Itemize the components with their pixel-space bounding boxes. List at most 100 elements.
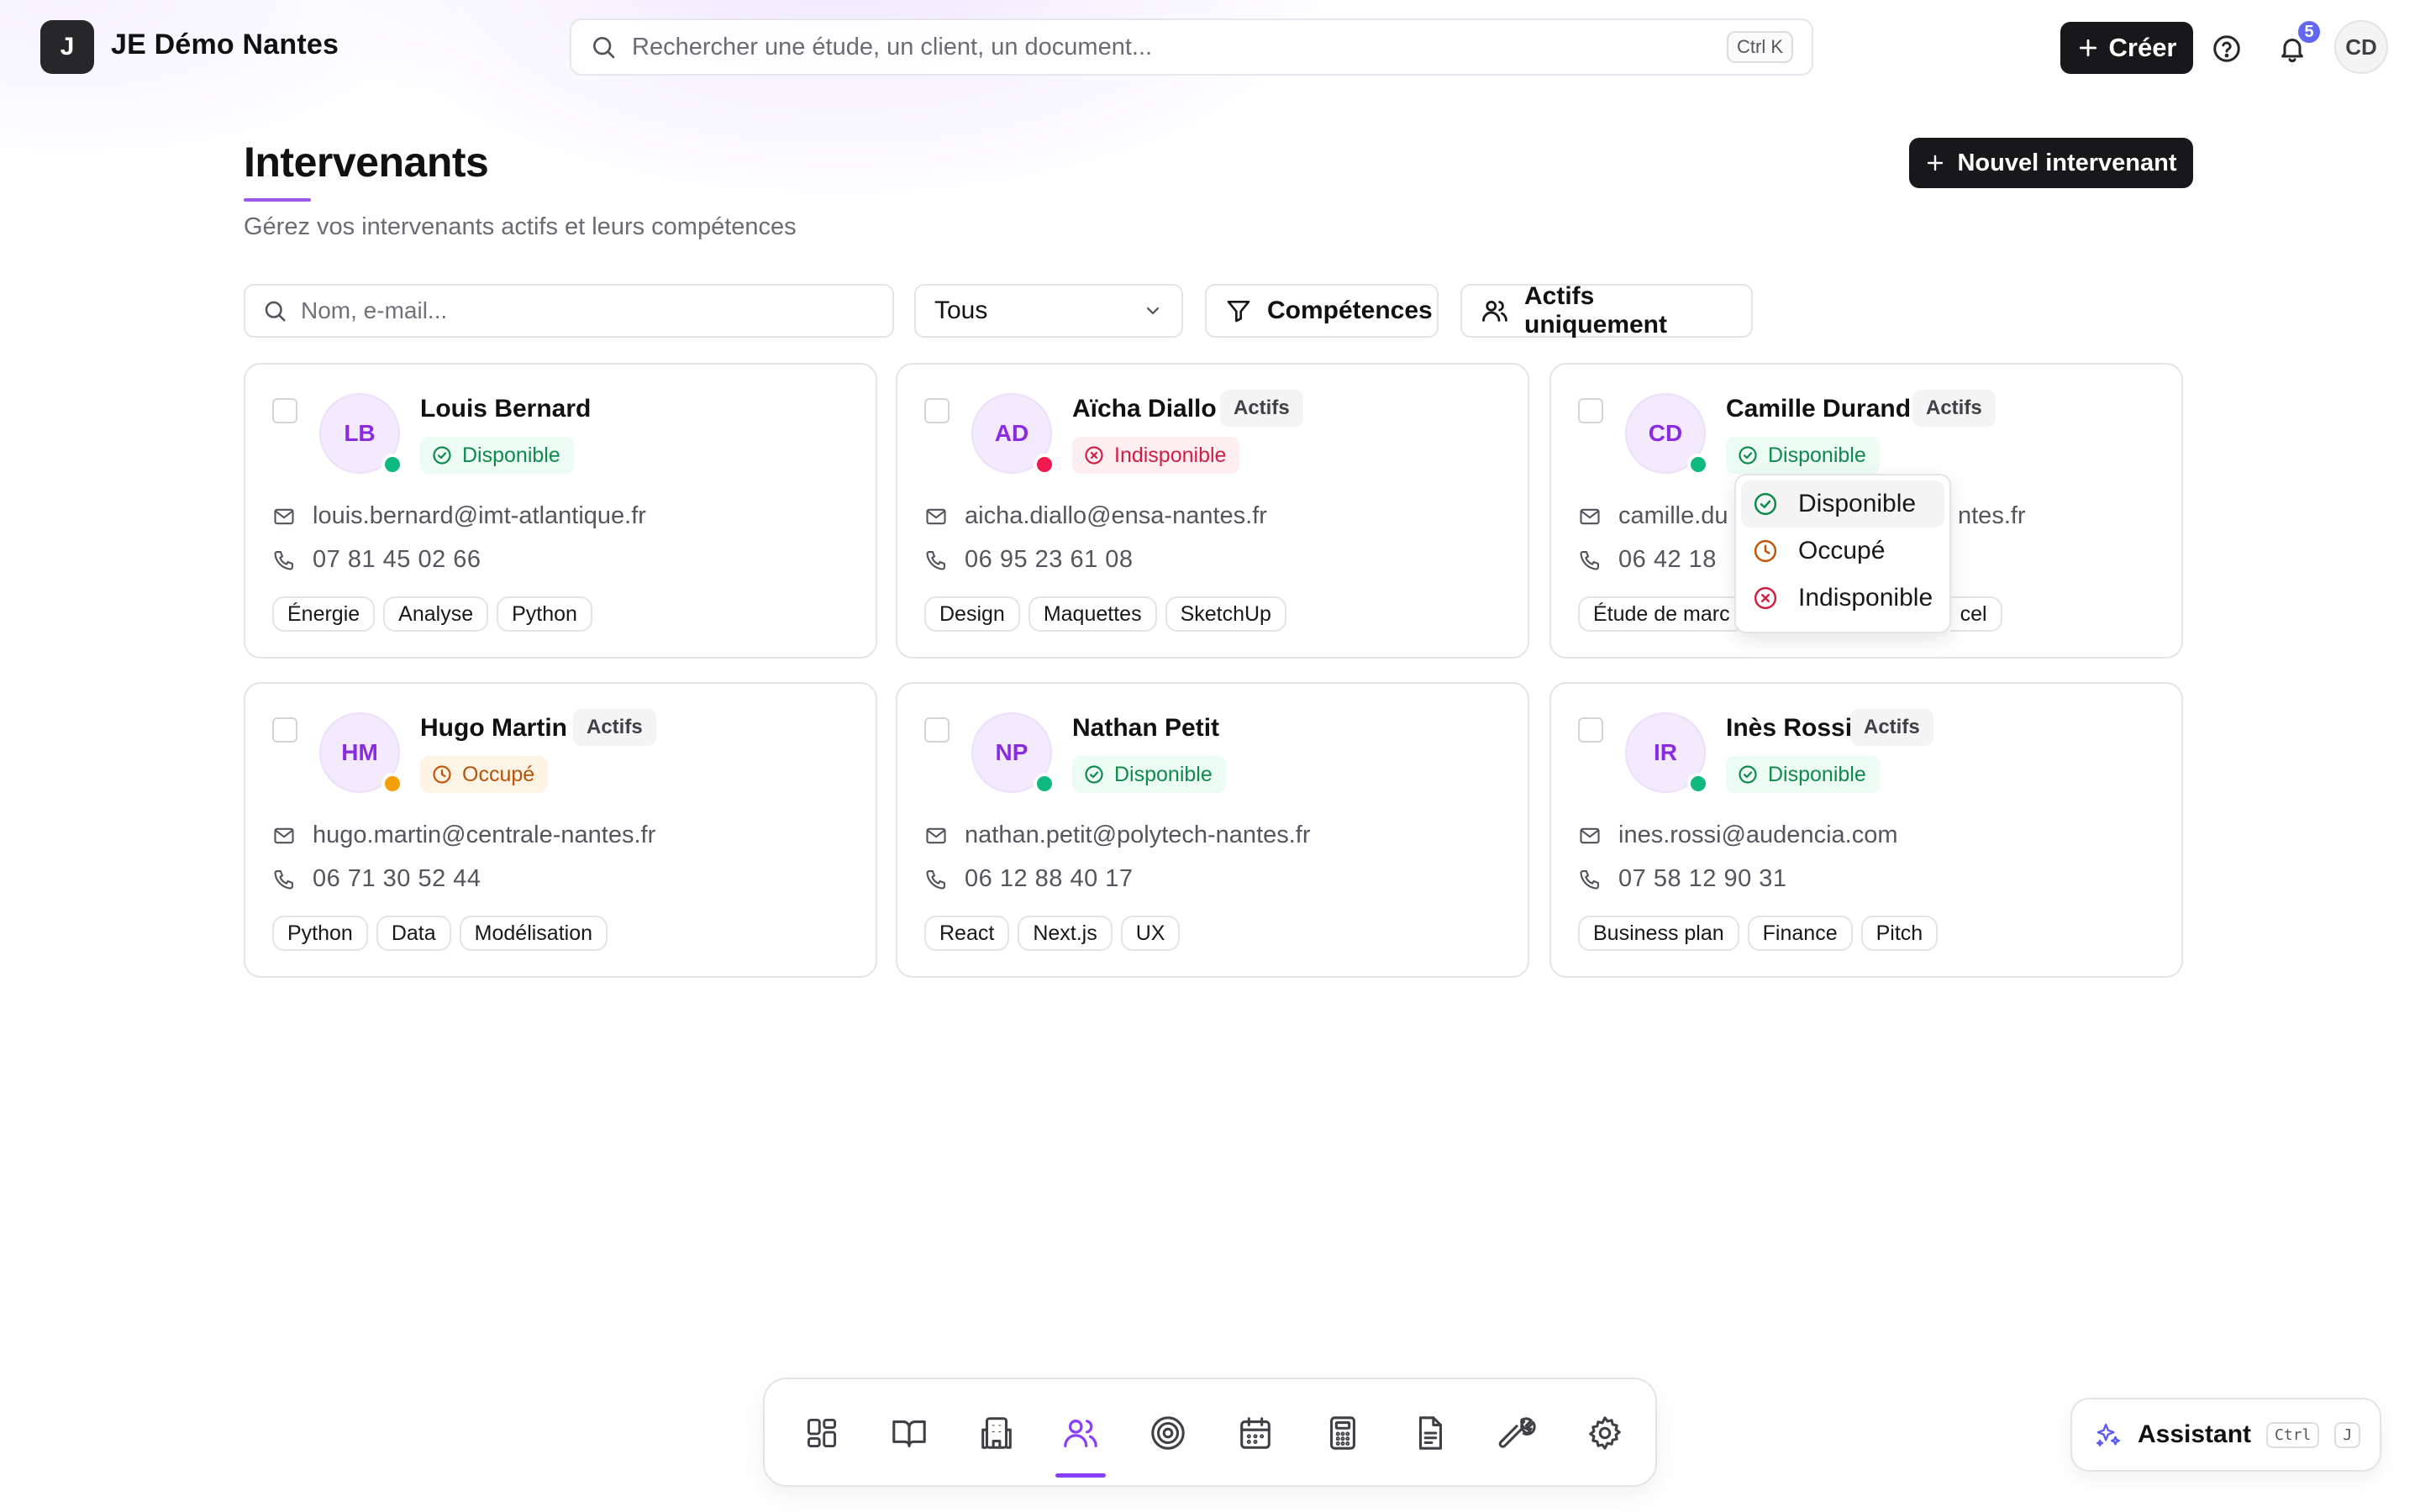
- contributor-email[interactable]: hugo.martin@centrale-nantes.fr: [272, 822, 655, 849]
- skill-tag: Python: [497, 596, 592, 632]
- phone-icon: [924, 868, 948, 891]
- assistant-button[interactable]: Assistant Ctrl J: [2070, 1398, 2381, 1472]
- dock-companies[interactable]: [973, 1410, 1020, 1457]
- phone-icon: [1578, 549, 1602, 572]
- card-select-checkbox[interactable]: [1578, 717, 1603, 743]
- availability-status-button[interactable]: Indisponible: [1072, 437, 1240, 474]
- availability-status-button[interactable]: Disponible: [1726, 756, 1880, 793]
- calendar-icon: [1236, 1414, 1275, 1452]
- status-option-available[interactable]: Disponible: [1741, 480, 1944, 528]
- phone-text: 06 71 30 52 44: [313, 865, 481, 892]
- contributor-email[interactable]: camille.du: [1578, 502, 1728, 530]
- dock-calendar[interactable]: [1232, 1410, 1279, 1457]
- phone-icon: [924, 549, 948, 572]
- help-button[interactable]: [2208, 30, 2245, 67]
- contributor-email[interactable]: louis.bernard@imt-atlantique.fr: [272, 502, 646, 530]
- email-text: camille.du: [1618, 502, 1728, 529]
- contributor-phone[interactable]: 06 71 30 52 44: [272, 865, 481, 893]
- new-contributor-button[interactable]: Nouvel intervenant: [1909, 138, 2193, 188]
- contributor-phone[interactable]: 07 58 12 90 31: [1578, 865, 1787, 893]
- org-name[interactable]: JE Démo Nantes: [111, 29, 339, 61]
- status-filter-value: Tous: [934, 297, 988, 324]
- create-button[interactable]: Créer: [2060, 22, 2193, 74]
- card-select-checkbox[interactable]: [272, 398, 297, 423]
- group-badge: Actifs: [1912, 390, 1996, 427]
- contributor-card[interactable]: HM Hugo Martin Actifs Occupé hugo.martin@cen…: [244, 682, 877, 978]
- contributor-phone[interactable]: 06 12 88 40 17: [924, 865, 1134, 893]
- presence-dot: [1034, 454, 1055, 475]
- dashboard-icon: [803, 1415, 840, 1452]
- dock-billing[interactable]: [1319, 1410, 1366, 1457]
- contributor-name[interactable]: Hugo Martin: [420, 714, 567, 743]
- dock-settings[interactable]: [1581, 1410, 1628, 1457]
- skill-tag: Maquettes: [1028, 596, 1157, 632]
- phone-icon: [272, 868, 296, 891]
- card-select-checkbox[interactable]: [272, 717, 297, 743]
- presence-dot: [381, 773, 403, 795]
- x-circle-icon: [1084, 445, 1104, 465]
- contributor-name[interactable]: Camille Durand: [1726, 395, 1911, 423]
- contributor-card[interactable]: IR Inès Rossi Actifs Disponible ines.rossi@a…: [1549, 682, 2183, 978]
- dock-book[interactable]: [886, 1410, 933, 1457]
- assistant-shortcut-j: J: [2334, 1421, 2361, 1448]
- status-option-unavailable[interactable]: Indisponible: [1741, 575, 1944, 622]
- skill-tag: Design: [924, 596, 1020, 632]
- contributor-phone[interactable]: 06 95 23 61 08: [924, 546, 1134, 574]
- global-search-input[interactable]: Rechercher une étude, un client, un docu…: [570, 18, 1813, 76]
- contributor-card[interactable]: AD Aïcha Diallo Actifs Indisponible aicha.di…: [896, 363, 1529, 659]
- status-filter-select[interactable]: Tous: [914, 284, 1183, 338]
- dock-dashboard[interactable]: [798, 1410, 845, 1457]
- check-circle-icon: [1753, 491, 1778, 517]
- page-title: Intervenants: [244, 139, 489, 186]
- skill-tag: Finance: [1747, 916, 1853, 951]
- settings-icon: [1586, 1414, 1624, 1452]
- org-logo[interactable]: J: [40, 20, 94, 74]
- dock-objectives[interactable]: [1144, 1410, 1192, 1457]
- status-option-busy[interactable]: Occupé: [1741, 528, 1944, 575]
- availability-status-button[interactable]: Occupé: [420, 756, 549, 793]
- contributor-email[interactable]: nathan.petit@polytech-nantes.fr: [924, 822, 1311, 849]
- search-shortcut: Ctrl K: [1727, 31, 1793, 63]
- x-circle-icon: [1753, 585, 1778, 611]
- create-button-label: Créer: [2108, 33, 2177, 62]
- skill-tag: Pitch: [1860, 916, 1939, 951]
- skill-tag: Énergie: [272, 596, 376, 632]
- dock-tools[interactable]: [1494, 1410, 1541, 1457]
- card-select-checkbox[interactable]: [924, 398, 950, 423]
- contributor-name[interactable]: Louis Bernard: [420, 395, 591, 423]
- skills-tags: Design Maquettes SketchUp: [924, 596, 1286, 632]
- presence-dot: [1687, 454, 1709, 475]
- document-icon: [1411, 1414, 1449, 1452]
- availability-status-button[interactable]: Disponible: [1726, 437, 1880, 474]
- skills-filter-button[interactable]: Compétences: [1205, 284, 1439, 338]
- contributor-phone[interactable]: 07 81 45 02 66: [272, 546, 481, 574]
- card-select-checkbox[interactable]: [924, 717, 950, 743]
- skill-tag: cel: [1949, 596, 2002, 632]
- user-avatar[interactable]: CD: [2334, 20, 2388, 74]
- status-option-label: Disponible: [1798, 490, 1917, 517]
- contributor-name[interactable]: Aïcha Diallo: [1072, 395, 1217, 423]
- availability-status-button[interactable]: Disponible: [1072, 756, 1226, 793]
- skill-tag: SketchUp: [1165, 596, 1286, 632]
- contributor-card[interactable]: LB Louis Bernard Disponible louis.bernard@i…: [244, 363, 877, 659]
- dock-documents[interactable]: [1407, 1410, 1454, 1457]
- dock-contributors[interactable]: [1057, 1410, 1104, 1457]
- clock-icon: [432, 764, 452, 785]
- contributor-name[interactable]: Nathan Petit: [1072, 714, 1219, 743]
- bottom-dock: [763, 1378, 1657, 1487]
- clock-icon: [1753, 538, 1778, 564]
- mail-icon: [924, 505, 948, 528]
- email-text: aicha.diallo@ensa-nantes.fr: [965, 502, 1267, 529]
- active-only-toggle[interactable]: Actifs uniquement: [1460, 282, 1753, 339]
- contributor-search-input[interactable]: Nom, e-mail...: [244, 284, 894, 338]
- contributor-name[interactable]: Inès Rossi: [1726, 714, 1852, 743]
- search-icon: [590, 34, 617, 60]
- contributor-email[interactable]: ines.rossi@audencia.com: [1578, 822, 1897, 849]
- card-select-checkbox[interactable]: [1578, 398, 1603, 423]
- plus-icon: [1925, 153, 1945, 173]
- contributor-card[interactable]: NP Nathan Petit Disponible nathan.petit@pol…: [896, 682, 1529, 978]
- availability-status-button[interactable]: Disponible: [420, 437, 574, 474]
- contributor-phone[interactable]: 06 42 18: [1578, 546, 1717, 574]
- mail-icon: [272, 505, 296, 528]
- contributor-email[interactable]: aicha.diallo@ensa-nantes.fr: [924, 502, 1267, 530]
